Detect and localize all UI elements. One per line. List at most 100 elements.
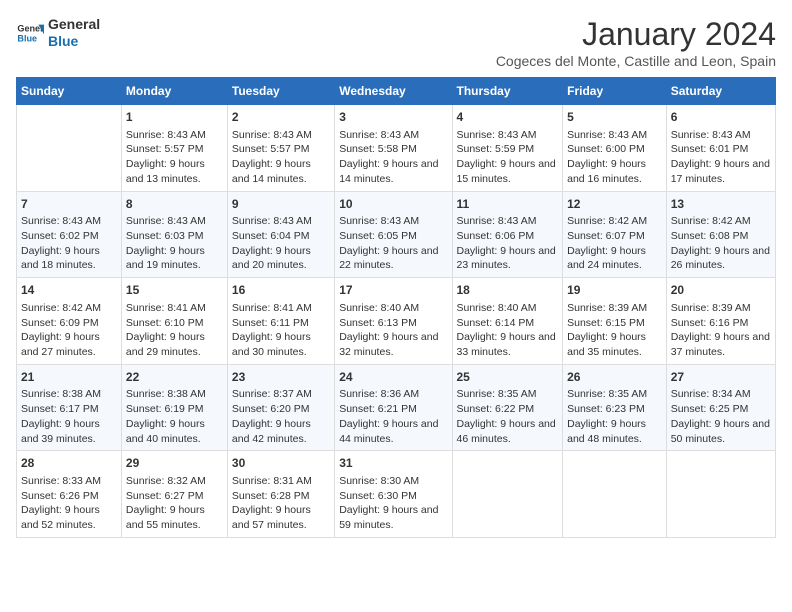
day-number: 24 [339, 369, 447, 386]
day-number: 2 [232, 109, 330, 126]
daylight-info: Daylight: 9 hours and 26 minutes. [671, 244, 771, 273]
sunset-info: Sunset: 6:02 PM [21, 229, 117, 244]
day-number: 13 [671, 196, 771, 213]
calendar-cell: 29 Sunrise: 8:32 AM Sunset: 6:27 PM Dayl… [121, 451, 227, 538]
calendar-cell: 22 Sunrise: 8:38 AM Sunset: 6:19 PM Dayl… [121, 364, 227, 451]
logo-general: General [48, 16, 100, 33]
location-title: Cogeces del Monte, Castille and Leon, Sp… [496, 53, 776, 69]
day-number: 31 [339, 455, 447, 472]
day-number: 28 [21, 455, 117, 472]
calendar-cell: 10 Sunrise: 8:43 AM Sunset: 6:05 PM Dayl… [335, 191, 452, 278]
day-number: 29 [126, 455, 223, 472]
sunset-info: Sunset: 5:58 PM [339, 142, 447, 157]
sunset-info: Sunset: 6:13 PM [339, 316, 447, 331]
sunset-info: Sunset: 6:10 PM [126, 316, 223, 331]
calendar-cell: 15 Sunrise: 8:41 AM Sunset: 6:10 PM Dayl… [121, 278, 227, 365]
sunrise-info: Sunrise: 8:37 AM [232, 387, 330, 402]
column-header-friday: Friday [563, 78, 667, 105]
header-row: SundayMondayTuesdayWednesdayThursdayFrid… [17, 78, 776, 105]
daylight-info: Daylight: 9 hours and 22 minutes. [339, 244, 447, 273]
calendar-cell: 20 Sunrise: 8:39 AM Sunset: 6:16 PM Dayl… [666, 278, 775, 365]
column-header-sunday: Sunday [17, 78, 122, 105]
sunrise-info: Sunrise: 8:39 AM [567, 301, 662, 316]
daylight-info: Daylight: 9 hours and 30 minutes. [232, 330, 330, 359]
calendar-cell: 17 Sunrise: 8:40 AM Sunset: 6:13 PM Dayl… [335, 278, 452, 365]
sunset-info: Sunset: 6:03 PM [126, 229, 223, 244]
daylight-info: Daylight: 9 hours and 15 minutes. [457, 157, 559, 186]
calendar-cell: 2 Sunrise: 8:43 AM Sunset: 5:57 PM Dayli… [227, 105, 334, 192]
day-number: 9 [232, 196, 330, 213]
calendar-cell [17, 105, 122, 192]
daylight-info: Daylight: 9 hours and 46 minutes. [457, 417, 559, 446]
week-row: 14 Sunrise: 8:42 AM Sunset: 6:09 PM Dayl… [17, 278, 776, 365]
calendar-cell: 19 Sunrise: 8:39 AM Sunset: 6:15 PM Dayl… [563, 278, 667, 365]
sunrise-info: Sunrise: 8:36 AM [339, 387, 447, 402]
sunrise-info: Sunrise: 8:30 AM [339, 474, 447, 489]
calendar-cell: 14 Sunrise: 8:42 AM Sunset: 6:09 PM Dayl… [17, 278, 122, 365]
sunrise-info: Sunrise: 8:35 AM [567, 387, 662, 402]
day-number: 4 [457, 109, 559, 126]
daylight-info: Daylight: 9 hours and 55 minutes. [126, 503, 223, 532]
sunrise-info: Sunrise: 8:39 AM [671, 301, 771, 316]
sunrise-info: Sunrise: 8:38 AM [21, 387, 117, 402]
sunrise-info: Sunrise: 8:43 AM [126, 214, 223, 229]
calendar-cell: 27 Sunrise: 8:34 AM Sunset: 6:25 PM Dayl… [666, 364, 775, 451]
sunset-info: Sunset: 6:20 PM [232, 402, 330, 417]
daylight-info: Daylight: 9 hours and 52 minutes. [21, 503, 117, 532]
daylight-info: Daylight: 9 hours and 50 minutes. [671, 417, 771, 446]
sunset-info: Sunset: 6:00 PM [567, 142, 662, 157]
sunrise-info: Sunrise: 8:40 AM [339, 301, 447, 316]
sunset-info: Sunset: 6:04 PM [232, 229, 330, 244]
calendar-cell: 5 Sunrise: 8:43 AM Sunset: 6:00 PM Dayli… [563, 105, 667, 192]
sunrise-info: Sunrise: 8:42 AM [567, 214, 662, 229]
calendar-cell: 7 Sunrise: 8:43 AM Sunset: 6:02 PM Dayli… [17, 191, 122, 278]
sunrise-info: Sunrise: 8:43 AM [671, 128, 771, 143]
sunset-info: Sunset: 6:21 PM [339, 402, 447, 417]
calendar-cell: 6 Sunrise: 8:43 AM Sunset: 6:01 PM Dayli… [666, 105, 775, 192]
day-number: 7 [21, 196, 117, 213]
daylight-info: Daylight: 9 hours and 19 minutes. [126, 244, 223, 273]
sunset-info: Sunset: 6:17 PM [21, 402, 117, 417]
calendar-cell: 16 Sunrise: 8:41 AM Sunset: 6:11 PM Dayl… [227, 278, 334, 365]
sunrise-info: Sunrise: 8:42 AM [671, 214, 771, 229]
column-header-tuesday: Tuesday [227, 78, 334, 105]
day-number: 16 [232, 282, 330, 299]
daylight-info: Daylight: 9 hours and 33 minutes. [457, 330, 559, 359]
daylight-info: Daylight: 9 hours and 14 minutes. [339, 157, 447, 186]
day-number: 25 [457, 369, 559, 386]
day-number: 8 [126, 196, 223, 213]
day-number: 15 [126, 282, 223, 299]
calendar-table: SundayMondayTuesdayWednesdayThursdayFrid… [16, 77, 776, 538]
sunrise-info: Sunrise: 8:43 AM [457, 214, 559, 229]
daylight-info: Daylight: 9 hours and 18 minutes. [21, 244, 117, 273]
day-number: 30 [232, 455, 330, 472]
daylight-info: Daylight: 9 hours and 59 minutes. [339, 503, 447, 532]
title-area: January 2024 Cogeces del Monte, Castille… [496, 16, 776, 69]
logo-icon: General Blue [16, 19, 44, 47]
daylight-info: Daylight: 9 hours and 13 minutes. [126, 157, 223, 186]
sunset-info: Sunset: 5:59 PM [457, 142, 559, 157]
day-number: 19 [567, 282, 662, 299]
column-header-saturday: Saturday [666, 78, 775, 105]
daylight-info: Daylight: 9 hours and 32 minutes. [339, 330, 447, 359]
calendar-cell: 3 Sunrise: 8:43 AM Sunset: 5:58 PM Dayli… [335, 105, 452, 192]
svg-text:Blue: Blue [17, 33, 37, 43]
sunrise-info: Sunrise: 8:43 AM [567, 128, 662, 143]
calendar-cell: 4 Sunrise: 8:43 AM Sunset: 5:59 PM Dayli… [452, 105, 563, 192]
calendar-cell [563, 451, 667, 538]
day-number: 12 [567, 196, 662, 213]
day-number: 18 [457, 282, 559, 299]
sunrise-info: Sunrise: 8:41 AM [232, 301, 330, 316]
calendar-cell: 13 Sunrise: 8:42 AM Sunset: 6:08 PM Dayl… [666, 191, 775, 278]
sunrise-info: Sunrise: 8:42 AM [21, 301, 117, 316]
calendar-cell: 1 Sunrise: 8:43 AM Sunset: 5:57 PM Dayli… [121, 105, 227, 192]
day-number: 10 [339, 196, 447, 213]
daylight-info: Daylight: 9 hours and 23 minutes. [457, 244, 559, 273]
day-number: 22 [126, 369, 223, 386]
sunset-info: Sunset: 6:30 PM [339, 489, 447, 504]
day-number: 21 [21, 369, 117, 386]
day-number: 20 [671, 282, 771, 299]
sunrise-info: Sunrise: 8:31 AM [232, 474, 330, 489]
calendar-cell: 18 Sunrise: 8:40 AM Sunset: 6:14 PM Dayl… [452, 278, 563, 365]
logo-blue: Blue [48, 33, 100, 50]
